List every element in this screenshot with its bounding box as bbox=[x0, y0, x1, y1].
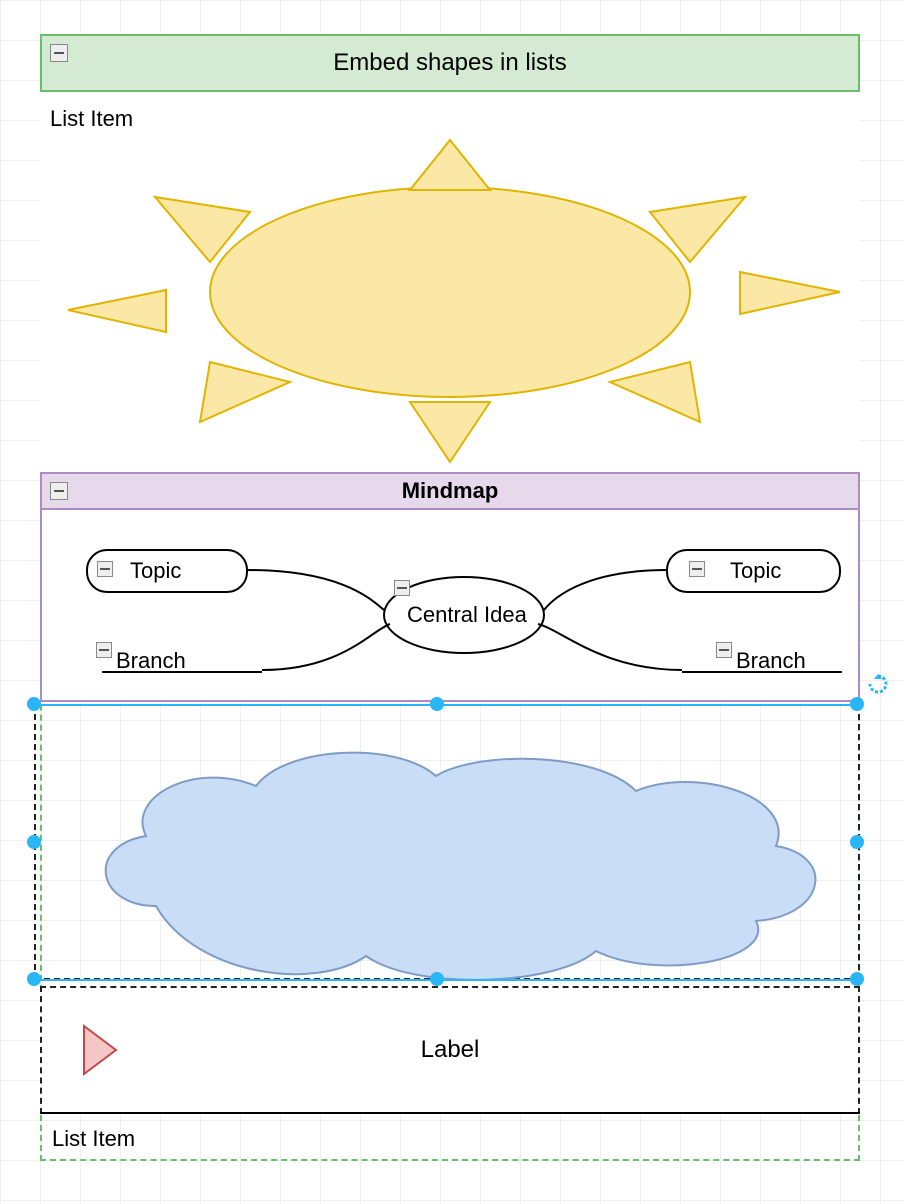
selection-edge-bottom bbox=[34, 979, 860, 981]
rotate-handle[interactable] bbox=[868, 674, 886, 692]
collapse-icon[interactable] bbox=[689, 561, 705, 577]
collapse-icon[interactable] bbox=[50, 44, 68, 62]
cloud-shape[interactable] bbox=[36, 706, 862, 982]
branch-left-label: Branch bbox=[116, 648, 186, 674]
list-header[interactable]: Embed shapes in lists bbox=[40, 34, 860, 92]
branch-right-label: Branch bbox=[736, 648, 806, 674]
selection-handle[interactable] bbox=[850, 972, 864, 986]
list-item-label-row[interactable]: Label bbox=[40, 986, 860, 1114]
sun-shape[interactable] bbox=[40, 92, 860, 472]
list-item-cloud[interactable] bbox=[34, 704, 860, 980]
list-item-1[interactable]: List Item bbox=[40, 92, 860, 472]
selection-handle[interactable] bbox=[850, 835, 864, 849]
selection-handle[interactable] bbox=[27, 835, 41, 849]
collapse-icon[interactable] bbox=[50, 482, 68, 500]
topic-right-label: Topic bbox=[730, 558, 781, 584]
collapse-icon[interactable] bbox=[97, 561, 113, 577]
list-item-1-label: List Item bbox=[50, 106, 133, 132]
list-header-title: Embed shapes in lists bbox=[333, 49, 566, 77]
mindmap-title: Mindmap bbox=[402, 478, 499, 504]
topic-left-label: Topic bbox=[130, 558, 181, 584]
collapse-icon[interactable] bbox=[716, 642, 732, 658]
selection-handle[interactable] bbox=[430, 972, 444, 986]
selection-edge-top bbox=[34, 704, 860, 706]
collapse-icon[interactable] bbox=[96, 642, 112, 658]
mindmap-body[interactable]: Central Idea Topic Topic Branch Branch bbox=[40, 510, 860, 702]
mindmap-header[interactable]: Mindmap bbox=[40, 472, 860, 510]
label-underline bbox=[40, 1112, 860, 1114]
play-icon bbox=[78, 1022, 122, 1078]
selection-handle[interactable] bbox=[27, 972, 41, 986]
label-text: Label bbox=[421, 1036, 480, 1064]
selection-handle[interactable] bbox=[430, 697, 444, 711]
selection-handle[interactable] bbox=[850, 697, 864, 711]
list-item-2-label: List Item bbox=[52, 1126, 135, 1152]
collapse-icon[interactable] bbox=[394, 580, 410, 596]
selection-handle[interactable] bbox=[27, 697, 41, 711]
central-idea-label: Central Idea bbox=[407, 602, 527, 628]
diagram-canvas[interactable]: Embed shapes in lists List Item Mindma bbox=[0, 0, 904, 1204]
